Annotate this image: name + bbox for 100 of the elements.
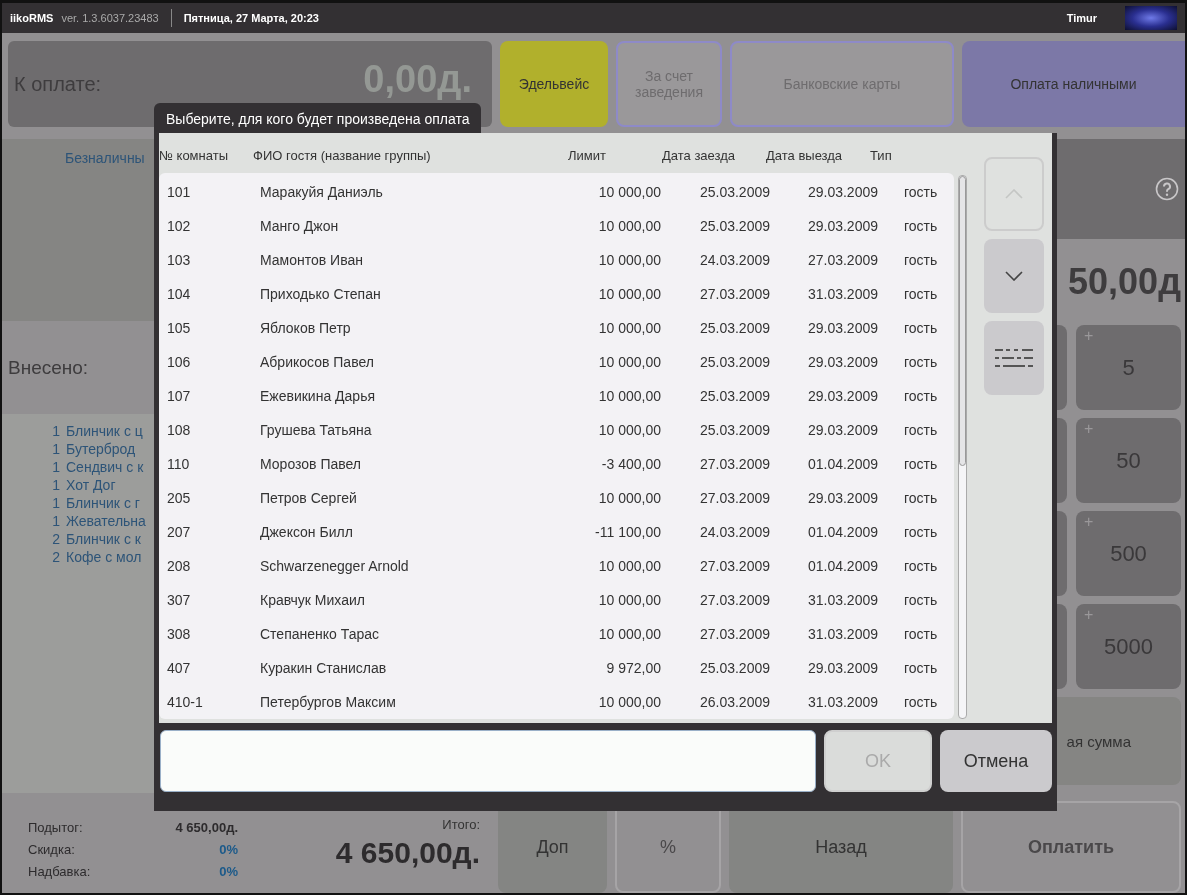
table-cell-text: Мамонтов Иван — [260, 252, 364, 268]
table-cell-text: 407 — [167, 660, 192, 676]
table-cell-text: Джексон Билл — [260, 524, 354, 540]
item-quantity: 1 — [51, 513, 61, 529]
table-cell-text: гость — [903, 694, 938, 710]
surcharge-value: 0% — [219, 863, 238, 879]
table-cell-text: Степаненко Тарас — [260, 626, 380, 642]
item-quantity: 2 — [51, 531, 61, 547]
table-cell-text: Куракин Станислав — [260, 660, 388, 676]
table-cell-text: гость — [903, 388, 938, 404]
payment-method-text: Безналичны — [65, 150, 145, 166]
total-amount: 4 650,00д. — [335, 836, 480, 870]
cancel-button[interactable]: Отмена — [940, 730, 1052, 792]
table-cell-text: гость — [903, 456, 938, 472]
payment-type-button[interactable]: Оплата наличными — [962, 41, 1185, 127]
column-header: Лимит — [567, 147, 607, 163]
table-cell-text: Петербургов Максим — [260, 694, 397, 710]
column-header: Дата заезда — [662, 147, 737, 163]
table-cell-text: 29.03.2009 — [806, 218, 878, 234]
keyboard-button[interactable] — [984, 321, 1044, 395]
chevron-down-icon — [1005, 271, 1023, 281]
table-cell-text: 29.03.2009 — [806, 490, 878, 506]
table-cell-text: 10 000,00 — [597, 252, 661, 268]
table-cell-text: гость — [903, 354, 938, 370]
table-cell-text: 10 000,00 — [597, 694, 661, 710]
item-quantity: 1 — [51, 459, 61, 475]
surcharge-label: Надбавка: — [28, 863, 91, 879]
column-header: Дата выезда — [766, 147, 844, 163]
item-quantity: 1 — [51, 495, 61, 511]
table-cell-text: 25.03.2009 — [698, 184, 770, 200]
item-name: Блинчик с к — [66, 531, 141, 547]
user-name: Timur — [1066, 12, 1097, 24]
table-cell-text: 10 000,00 — [597, 558, 661, 574]
item-quantity: 1 — [51, 441, 61, 457]
table-cell-text: 110 — [167, 456, 191, 472]
version-text: ver. 1.3.6037.23483 — [61, 12, 159, 24]
table-cell-text: гость — [903, 558, 938, 574]
balance-amount: 50,00д — [1068, 261, 1181, 303]
table-cell-text: Морозов Павел — [260, 456, 362, 472]
table-cell-text: 9 972,00 — [605, 660, 661, 676]
table-cell-text: 208 — [167, 558, 192, 574]
item-name: Хот Дог — [66, 477, 116, 493]
item-quantity: 1 — [51, 477, 61, 493]
table-cell-text: 107 — [167, 388, 192, 404]
table-cell-text: гость — [903, 660, 938, 676]
table-cell-text: 27.03.2009 — [698, 286, 770, 302]
table-cell-text: 31.03.2009 — [806, 626, 878, 642]
table-cell-text: Грушева Татьяна — [260, 422, 373, 438]
table-cell-text: 27.03.2009 — [698, 626, 770, 642]
app-name: iikoRMS — [10, 12, 54, 24]
chevron-up-icon — [1005, 189, 1023, 199]
table-cell-text: гость — [903, 286, 938, 302]
table-cell-text: 410-1 — [167, 694, 204, 710]
scrollbar[interactable] — [958, 175, 967, 719]
table-cell-text: 10 000,00 — [597, 422, 661, 438]
keyboard-icon — [994, 348, 1034, 368]
discount-value: 0% — [219, 841, 238, 857]
table-cell-text: 10 000,00 — [597, 592, 661, 608]
table-cell-text: 29.03.2009 — [806, 388, 878, 404]
item-name: Сендвич с к — [66, 459, 144, 475]
avatar-image — [1125, 6, 1177, 30]
input-field[interactable] — [160, 730, 816, 792]
table-cell-text: 108 — [167, 422, 192, 438]
item-name: Жевательна — [66, 513, 146, 529]
total-label: Итого: — [442, 817, 480, 832]
table-cell-text: -3 400,00 — [600, 456, 661, 472]
discount-label: Скидка: — [28, 841, 75, 857]
table-cell-text: 24.03.2009 — [698, 524, 770, 540]
table-cell-text: 25.03.2009 — [698, 660, 770, 676]
payment-type-button[interactable]: Эдельвейс — [500, 41, 608, 127]
table-cell-text: гость — [903, 490, 938, 506]
item-name: Кофе с мол — [66, 549, 142, 565]
column-header: № комнаты — [159, 147, 229, 163]
table-cell-text: 207 — [167, 524, 192, 540]
table-cell-text: Абрикосов Павел — [260, 354, 375, 370]
table-cell-text: 25.03.2009 — [698, 422, 770, 438]
table-cell-text: 01.04.2009 — [806, 524, 878, 540]
table-cell-text: 10 000,00 — [597, 490, 661, 506]
table-cell-text: 29.03.2009 — [806, 184, 878, 200]
item-quantity: 1 — [51, 423, 61, 439]
table-cell-text: 27.03.2009 — [806, 252, 878, 268]
table-cell-text: Маракуйя Даниэль — [260, 184, 384, 200]
table-cell-text: 205 — [167, 490, 192, 506]
table-cell-text: Манго Джон — [260, 218, 340, 234]
help-icon[interactable] — [1155, 177, 1179, 201]
table-cell-text: 25.03.2009 — [698, 388, 770, 404]
table-cell-text: Ежевикина Дарья — [260, 388, 377, 404]
table-cell-text: гость — [903, 184, 938, 200]
table-cell-text: 10 000,00 — [597, 320, 661, 336]
table-cell-text: 29.03.2009 — [806, 320, 878, 336]
table-cell-text: 24.03.2009 — [698, 252, 770, 268]
table-cell-text: -11 100,00 — [594, 524, 661, 540]
table-cell-text: 308 — [167, 626, 192, 642]
item-name: Блинчик с ц — [66, 423, 143, 439]
table-cell-text: 31.03.2009 — [806, 592, 878, 608]
table-cell-text: 101 — [167, 184, 192, 200]
table-cell-text: 26.03.2009 — [698, 694, 770, 710]
subtotal-value: 4 650,00д. — [175, 819, 238, 835]
table-cell-text: Кравчук Михаил — [260, 592, 366, 608]
subtotal-label: Подытог: — [28, 819, 83, 835]
